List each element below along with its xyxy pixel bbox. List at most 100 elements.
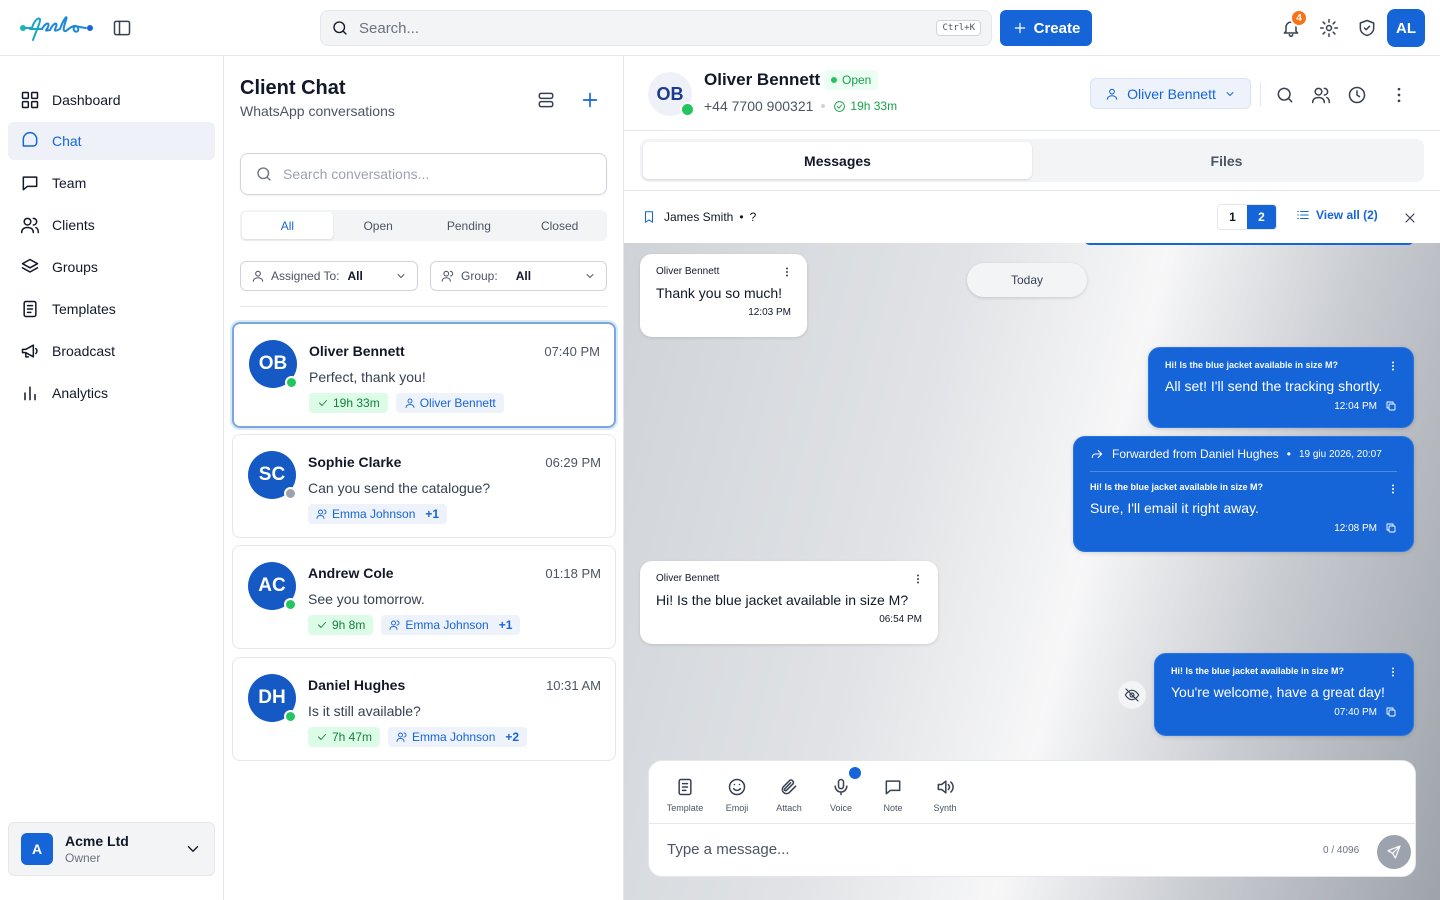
gear-icon[interactable] xyxy=(1319,18,1339,38)
search-icon xyxy=(333,21,347,35)
search-icon[interactable] xyxy=(1275,85,1295,105)
global-search[interactable]: Search... Ctrl+K xyxy=(320,10,992,46)
quoted-message[interactable]: Hi! Is the blue jacket available in size… xyxy=(1165,360,1397,370)
pager-page[interactable]: 1 xyxy=(1218,205,1247,229)
message-menu-icon[interactable] xyxy=(1387,360,1399,372)
sidebar-item-broadcast[interactable]: Broadcast xyxy=(8,332,215,370)
character-counter: 0 / 4096 xyxy=(1323,845,1360,856)
conversation-card[interactable]: DH Daniel Hughes 10:31 AM Is it still av… xyxy=(232,657,616,761)
message-time: 12:08 PM xyxy=(1090,522,1397,534)
voice-button[interactable]: Voice xyxy=(815,765,867,813)
message-text: All set! I'll send the tracking shortly. xyxy=(1165,378,1383,394)
assigned-to-filter[interactable]: Assigned To: All xyxy=(240,261,418,291)
message-input[interactable]: Type a message... xyxy=(667,841,790,858)
plus-icon xyxy=(1014,22,1025,34)
copy-icon[interactable] xyxy=(1385,706,1397,718)
create-button[interactable]: Create xyxy=(1000,10,1092,46)
template-button[interactable]: Template xyxy=(659,777,711,813)
close-icon[interactable] xyxy=(1402,210,1418,226)
outgoing-forwarded-message[interactable]: Forwarded from Daniel Hughes • 19 giu 20… xyxy=(1073,436,1414,552)
sidebar-item-team[interactable]: Team xyxy=(8,164,215,202)
assigned-agent-dropdown[interactable]: Oliver Bennett xyxy=(1090,78,1251,109)
conversation-card[interactable]: AC Andrew Cole 01:18 PM See you tomorrow… xyxy=(232,545,616,649)
copy-icon[interactable] xyxy=(1385,522,1397,534)
sidebar-item-templates[interactable]: Templates xyxy=(8,290,215,328)
chat-icon xyxy=(22,131,38,147)
message-time: 12:04 PM xyxy=(1165,400,1397,412)
pager-page[interactable]: 2 xyxy=(1247,205,1276,229)
sidebar-item-chat[interactable]: Chat xyxy=(8,122,215,160)
incoming-message[interactable]: Oliver Bennett Thank you so much! 12:03 … xyxy=(640,254,807,337)
outgoing-message[interactable]: Hi! Is the blue jacket available in size… xyxy=(1154,653,1414,736)
quoted-message[interactable]: Hi! Is the blue jacket available in size… xyxy=(1090,482,1397,492)
org-name: Acme Ltd xyxy=(65,833,129,849)
emoji-button[interactable]: Emoji xyxy=(711,777,763,813)
note-icon xyxy=(885,780,901,795)
last-message: Is it still available? xyxy=(308,703,421,719)
sidebar-item-groups[interactable]: Groups xyxy=(8,248,215,286)
group-filter[interactable]: Group: All xyxy=(430,261,607,291)
send-icon xyxy=(1387,845,1401,859)
attach-button[interactable]: Attach xyxy=(763,777,815,813)
message-text: You're welcome, have a great day! xyxy=(1171,684,1385,700)
pinned-name[interactable]: James Smith xyxy=(664,210,733,224)
users-icon xyxy=(389,620,400,630)
send-button[interactable] xyxy=(1377,835,1411,869)
clock-icon[interactable] xyxy=(1347,85,1367,105)
more-vertical-icon[interactable] xyxy=(1389,85,1409,105)
message-text: Sure, I'll email it right away. xyxy=(1090,500,1259,516)
message-square-icon xyxy=(22,176,38,191)
eye-off-icon[interactable] xyxy=(1118,681,1146,709)
sidebar-toggle-icon[interactable] xyxy=(112,18,132,38)
tab-messages[interactable]: Messages xyxy=(643,142,1032,179)
tab-all[interactable]: All xyxy=(242,212,333,239)
synth-button[interactable]: Synth xyxy=(919,777,971,813)
sidebar-item-dashboard[interactable]: Dashboard xyxy=(8,81,215,119)
timer-value: 19h 33m xyxy=(333,396,380,410)
users-icon[interactable] xyxy=(1311,85,1331,105)
message-menu-icon[interactable] xyxy=(781,266,793,278)
tab-closed[interactable]: Closed xyxy=(514,212,605,239)
conversation-list-panel: Client Chat WhatsApp conversations Searc… xyxy=(224,56,624,900)
message-sender: Oliver Bennett xyxy=(656,573,720,584)
note-button[interactable]: Note xyxy=(867,777,919,813)
tab-open[interactable]: Open xyxy=(333,212,424,239)
assigned-to-value: All xyxy=(347,269,363,283)
assignee-badge: Emma Johnson +1 xyxy=(381,615,521,635)
search-icon xyxy=(257,167,271,181)
search-placeholder: Search... xyxy=(359,19,420,37)
organization-switcher[interactable]: A Acme Ltd Owner xyxy=(8,822,215,876)
conversation-search-input[interactable]: Search conversations... xyxy=(240,153,607,195)
quoted-message[interactable]: Hi! Is the blue jacket available in size… xyxy=(1171,666,1397,676)
user-avatar[interactable]: AL xyxy=(1387,9,1425,47)
assigned-agent-name: Oliver Bennett xyxy=(1127,85,1216,102)
check-icon xyxy=(318,734,326,740)
message-area[interactable]: Today Oliver Bennett Thank you so much! … xyxy=(624,243,1440,900)
status-dot xyxy=(831,77,837,83)
sidebar-item-analytics[interactable]: Analytics xyxy=(8,374,215,412)
conversation-card[interactable]: SC Sophie Clarke 06:29 PM Can you send t… xyxy=(232,434,616,538)
incoming-message[interactable]: Oliver Bennett Hi! Is the blue jacket av… xyxy=(640,561,938,644)
outgoing-message[interactable]: Hi! Is the blue jacket available in size… xyxy=(1148,347,1414,428)
copy-icon[interactable] xyxy=(1385,400,1397,412)
message-menu-icon[interactable] xyxy=(1387,483,1399,495)
status-tabs: All Open Pending Closed xyxy=(240,210,607,241)
group-value: All xyxy=(515,269,532,283)
timer-badge: 9h 8m xyxy=(308,615,374,635)
message-menu-icon[interactable] xyxy=(912,573,924,585)
search-shortcut: Ctrl+K xyxy=(936,20,981,36)
new-conversation-plus-icon[interactable] xyxy=(579,89,601,111)
database-icon[interactable] xyxy=(536,90,556,110)
tab-files[interactable]: Files xyxy=(1032,142,1421,179)
chevron-down-icon xyxy=(586,274,594,278)
message-menu-icon[interactable] xyxy=(1387,666,1399,678)
tab-pending[interactable]: Pending xyxy=(424,212,515,239)
view-all-pinned-link[interactable]: View all (2) xyxy=(1296,208,1378,222)
message-time: 12:03 PM xyxy=(656,307,791,318)
conversation-card[interactable]: OB Oliver Bennett 07:40 PM Perfect, than… xyxy=(232,322,616,428)
shield-check-icon[interactable] xyxy=(1357,18,1377,38)
sidebar-item-clients[interactable]: Clients xyxy=(8,206,215,244)
feelo-logo[interactable] xyxy=(20,12,94,42)
contact-name: Oliver Bennett xyxy=(704,70,821,89)
conversation-search-placeholder: Search conversations... xyxy=(283,166,430,182)
